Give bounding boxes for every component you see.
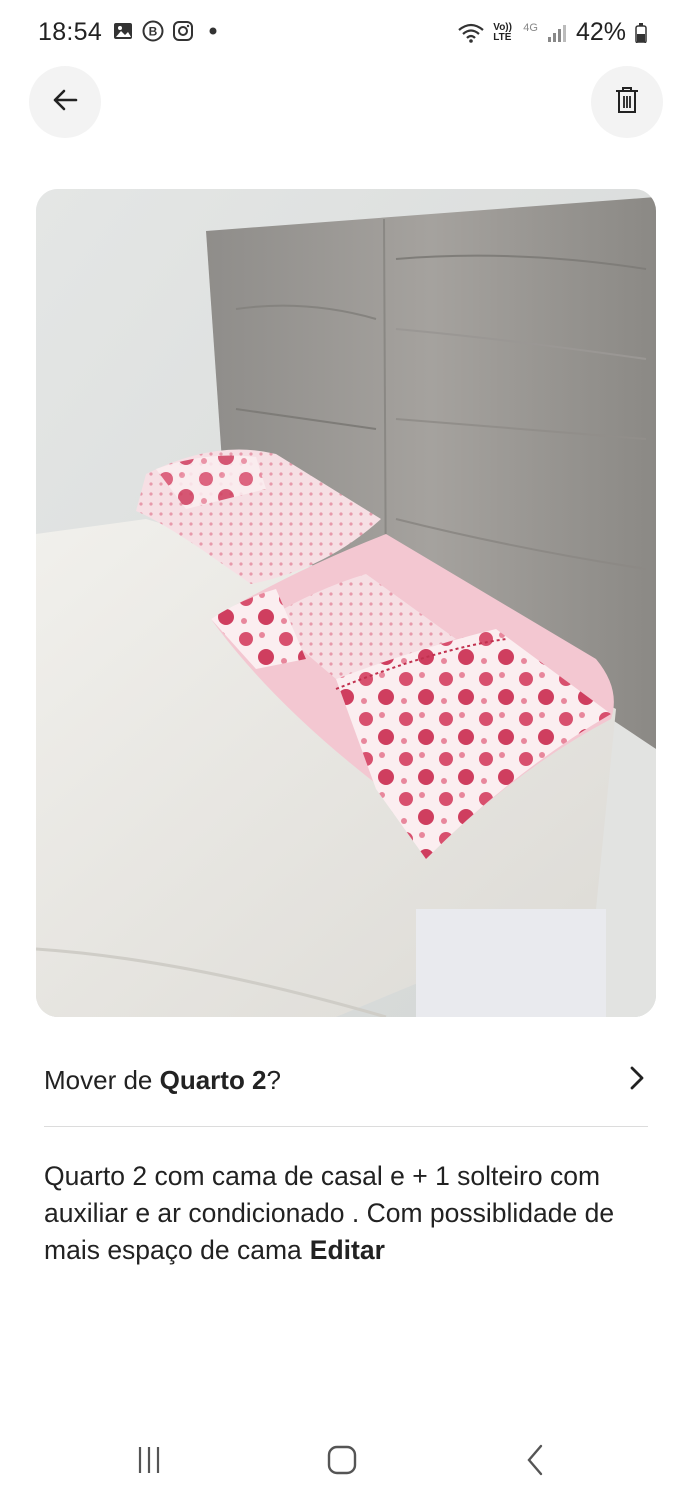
recents-button[interactable] xyxy=(129,1442,169,1482)
edit-description-link[interactable]: Editar xyxy=(310,1235,385,1265)
network-label: Vo)) LTE xyxy=(493,21,512,43)
room-name: Quarto 2 xyxy=(159,1064,267,1095)
room-photo[interactable] xyxy=(36,189,656,1017)
chevron-right-icon xyxy=(626,1065,648,1096)
system-status-icons: Vo)) LTE 4G 42% xyxy=(457,18,648,47)
nav-back-button[interactable] xyxy=(516,1442,556,1482)
instagram-icon xyxy=(172,20,194,42)
status-time: 18:54 xyxy=(38,18,103,46)
trash-icon xyxy=(614,86,640,119)
status-bar: 18:54 B Vo)) LTE 4G 42% xyxy=(0,0,692,66)
battery-percent: 42% xyxy=(575,18,626,46)
network-type: 4G xyxy=(523,21,538,34)
svg-text:B: B xyxy=(149,25,158,39)
gallery-icon xyxy=(112,20,134,42)
bed-photo-illustration xyxy=(36,189,656,1017)
back-chevron-icon xyxy=(523,1443,549,1482)
delete-photo-button[interactable] xyxy=(591,66,663,138)
b-app-icon: B xyxy=(142,20,164,42)
notification-icons: B xyxy=(112,20,224,42)
move-room-label: Mover de Quarto 2? xyxy=(44,1065,281,1096)
signal-icon xyxy=(546,22,568,44)
arrow-left-icon xyxy=(50,85,80,120)
move-suffix: ? xyxy=(266,1064,281,1095)
dot-icon xyxy=(202,20,224,42)
move-prefix: Mover de xyxy=(44,1064,160,1095)
wifi-icon xyxy=(457,22,485,44)
photo-description: Quarto 2 com cama de casal e + 1 solteir… xyxy=(44,1158,650,1269)
home-icon xyxy=(326,1444,358,1481)
move-room-row[interactable]: Mover de Quarto 2? xyxy=(44,1050,648,1110)
back-button[interactable] xyxy=(29,66,101,138)
recents-icon xyxy=(133,1444,165,1481)
battery-icon xyxy=(634,22,648,44)
system-nav-bar xyxy=(0,1420,692,1500)
divider xyxy=(44,1126,648,1127)
home-button[interactable] xyxy=(322,1442,362,1482)
